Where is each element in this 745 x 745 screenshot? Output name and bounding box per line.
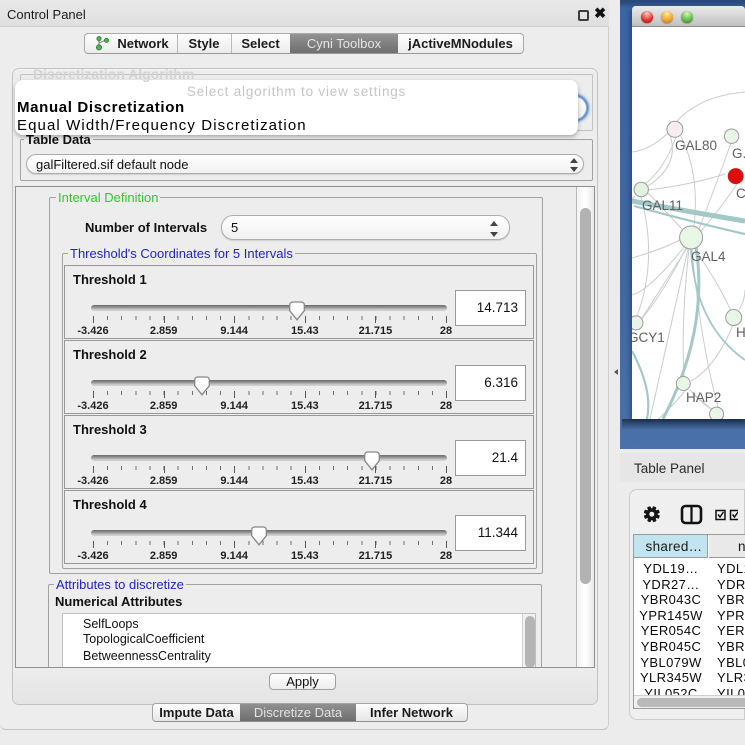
svg-text:C: C — [736, 186, 745, 201]
svg-text:GAL11: GAL11 — [642, 198, 683, 213]
svg-text:HAP2: HAP2 — [686, 390, 721, 405]
svg-text:GAL4: GAL4 — [691, 249, 726, 264]
svg-text:G.: G. — [732, 146, 745, 161]
svg-text:GCY1: GCY1 — [632, 330, 665, 345]
svg-text:H: H — [736, 325, 745, 340]
svg-text:GAL80: GAL80 — [675, 138, 717, 153]
